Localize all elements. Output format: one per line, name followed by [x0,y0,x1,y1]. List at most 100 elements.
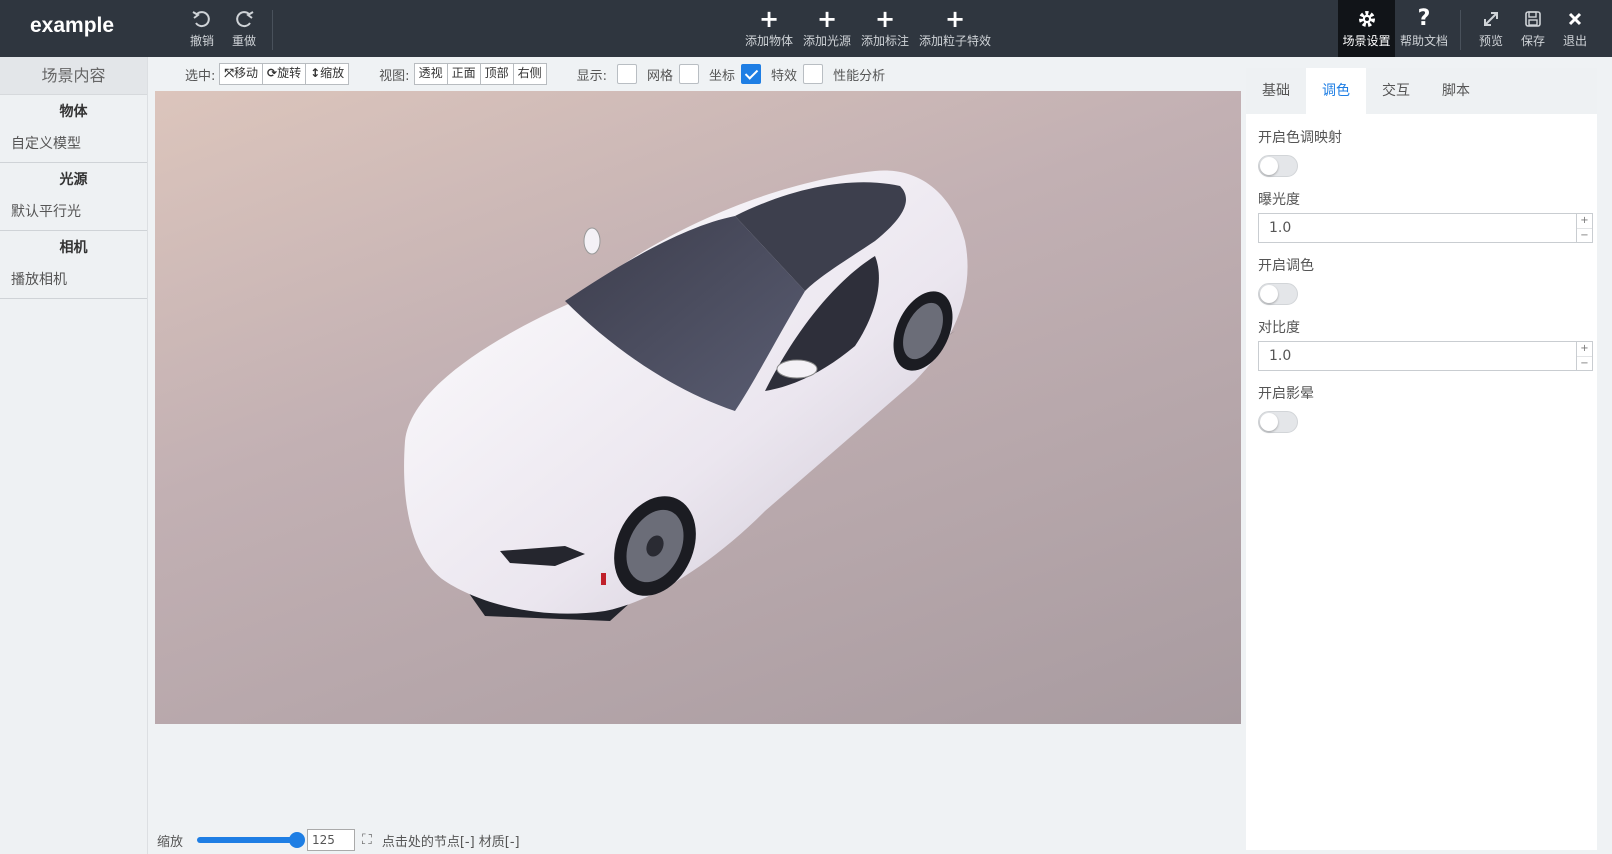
axes-label: 坐标 [709,68,736,84]
performance-checkbox[interactable] [803,64,824,84]
view-perspective-button[interactable]: 透视 [415,64,448,84]
save-icon [1524,8,1542,30]
undo-label: 撤销 [189,34,214,48]
view-front-button[interactable]: 正面 [448,64,481,84]
add-light-label: 添加光源 [802,34,851,48]
contrast-stepper: + − [1576,342,1592,370]
zoom-slider[interactable] [197,832,306,848]
exit-button[interactable]: 退出 [1559,0,1591,57]
sidebar-item-default-light[interactable]: 默认平行光 [0,197,147,231]
top-bar: example 撤销 重做 + 添加物体 + 添加光源 + 添加标注 + 添加粒… [0,0,1612,57]
sidebar-item-play-camera[interactable]: 播放相机 [0,265,147,299]
axes-checkbox[interactable] [679,64,700,84]
scale-button[interactable]: ↕缩放 [306,64,348,84]
add-particle-label: 添加粒子特效 [918,34,991,48]
vignette-label: 开启影晕 [1258,386,1314,402]
sidebar-group-lights: 光源 [59,172,88,188]
redo-button[interactable]: 重做 [228,0,260,57]
grid-checkbox[interactable] [617,64,638,84]
move-icon: ⤧ [224,66,234,80]
undo-button[interactable]: 撤销 [186,0,218,57]
increment-button[interactable]: + [1577,342,1592,357]
view-mode-group: 透视 正面 顶部 右侧 [413,63,547,85]
gear-icon [1357,8,1377,30]
color-grading-label: 开启调色 [1258,258,1314,274]
tab-color-grading[interactable]: 调色 [1306,68,1366,114]
tone-mapping-label: 开启色调映射 [1258,130,1342,146]
sidebar-group-objects: 物体 [59,104,88,120]
bottom-bar: 缩放 ⛶ 点击处的节点[-] 材质[-] [148,826,1240,854]
redo-label: 重做 [231,34,256,48]
car-model[interactable] [155,91,1241,724]
scene-sidebar: 场景内容 物体 自定义模型 光源 默认平行光 相机 播放相机 [0,57,148,854]
divider [1460,10,1461,50]
add-label-button[interactable]: + 添加标注 [860,0,910,57]
exit-label: 退出 [1562,34,1587,48]
effects-label: 特效 [771,68,798,84]
brand-logo: example [30,14,115,37]
scene-settings-button[interactable]: 场景设置 [1338,0,1395,57]
view-label: 视图: [379,68,410,84]
add-object-label: 添加物体 [744,34,793,48]
sidebar-item-custom-model[interactable]: 自定义模型 [0,129,147,163]
3d-viewport[interactable] [155,91,1241,724]
performance-label: 性能分析 [833,68,886,84]
select-label: 选中: [185,68,216,84]
vignette-toggle[interactable] [1258,411,1298,433]
select-mode-group: ⤧移动 ⟳旋转 ↕缩放 [219,63,350,85]
view-right-button[interactable]: 右侧 [514,64,546,84]
tab-interaction[interactable]: 交互 [1366,68,1426,114]
redo-icon [233,8,255,30]
save-button[interactable]: 保存 [1517,0,1549,57]
add-object-button[interactable]: + 添加物体 [744,0,794,57]
zoom-input[interactable] [307,829,356,851]
contrast-field: + − [1258,341,1593,371]
decrement-button[interactable]: − [1577,229,1592,243]
tab-basic[interactable]: 基础 [1246,68,1306,114]
save-label: 保存 [1520,34,1545,48]
display-label: 显示: [576,68,608,84]
grid-label: 网格 [647,68,674,84]
tab-script[interactable]: 脚本 [1426,68,1486,114]
scale-label: 缩放 [320,66,345,80]
exposure-stepper: + − [1576,214,1592,242]
preview-label: 预览 [1478,34,1503,48]
sidebar-group-cameras: 相机 [59,240,88,256]
help-docs-button[interactable]: ? 帮助文档 [1399,0,1449,57]
plus-icon: + [758,5,780,33]
decrement-button[interactable]: − [1577,357,1592,371]
effects-checkbox[interactable] [741,64,762,84]
plus-icon: + [816,5,838,33]
properties-panel: 基础 调色 交互 脚本 开启色调映射 曝光度 + − 开启调色 对比度 + − … [1246,68,1597,850]
add-label-label: 添加标注 [860,34,909,48]
preview-button[interactable]: 预览 [1475,0,1507,57]
contrast-input[interactable] [1259,342,1559,370]
viewport-toolbar: 选中: ⤧移动 ⟳旋转 ↕缩放 视图: 透视 正面 顶部 右侧 显示: 网格 坐… [148,57,1240,91]
undo-icon [191,8,213,30]
exposure-input[interactable] [1259,214,1559,242]
exposure-field: + − [1258,213,1593,243]
rotate-button[interactable]: ⟳旋转 [263,64,307,84]
move-button[interactable]: ⤧移动 [220,64,264,84]
plus-icon: + [874,5,896,33]
zoom-slider-knob[interactable] [289,832,306,848]
sidebar-title: 场景内容 [0,57,147,95]
color-grading-toggle[interactable] [1258,283,1298,305]
move-label: 移动 [234,66,259,80]
tone-mapping-toggle[interactable] [1258,155,1298,177]
rotate-label: 旋转 [277,66,302,80]
rotate-icon: ⟳ [267,66,278,80]
increment-button[interactable]: + [1577,214,1592,229]
zoom-label: 缩放 [157,834,184,850]
fullscreen-icon[interactable]: ⛶ [362,832,372,848]
view-top-button[interactable]: 顶部 [481,64,514,84]
color-grading-form: 开启色调映射 曝光度 + − 开启调色 对比度 + − 开启影晕 [1246,127,1597,433]
exposure-label: 曝光度 [1258,192,1300,208]
contrast-label: 对比度 [1258,320,1300,336]
add-particle-button[interactable]: + 添加粒子特效 [918,0,992,57]
add-light-button[interactable]: + 添加光源 [802,0,852,57]
close-icon [1567,8,1583,30]
plus-icon: + [944,5,966,33]
question-icon: ? [1417,6,1431,31]
scale-icon: ↕ [310,66,321,80]
